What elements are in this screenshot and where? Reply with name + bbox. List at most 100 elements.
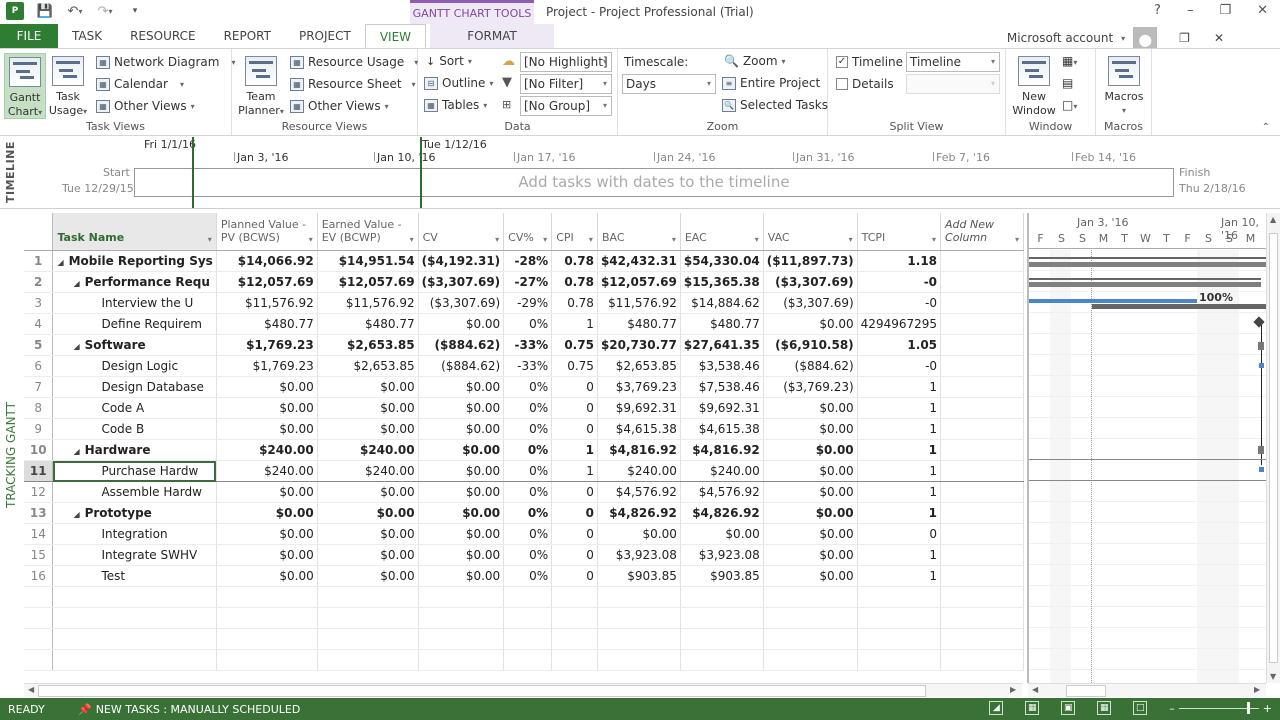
cell-cvp[interactable]: 0% [503,460,553,482]
group-dropdown[interactable]: [No Group] ▾ [520,96,612,116]
gantt-chart-button[interactable]: Gantt Chart▾ [4,53,46,119]
row-number[interactable]: 16 [24,565,54,587]
cell-cvp[interactable]: 0% [503,565,553,587]
cell-cvp[interactable]: -28% [503,250,553,272]
empty-cell[interactable] [551,586,598,608]
empty-cell[interactable] [763,607,858,629]
cell-vac[interactable]: $0.00 [763,523,858,545]
timeline-pane[interactable]: TIMELINE Fri 1/1/16 Tue 1/12/16 Jan 3, '… [0,137,1280,209]
cell-cvp[interactable]: -33% [503,355,553,377]
cell-tcpi[interactable]: 1 [857,439,942,461]
tables-button[interactable]: ▦ Tables ▾ [424,98,487,112]
cell-tcpi[interactable]: -0 [857,271,942,293]
cell-eac[interactable]: $903.85 [680,565,764,587]
scroll-right-icon[interactable]: ▶ [1010,685,1016,694]
cell-cpi[interactable]: 0 [551,565,598,587]
filter-dropdown-icon[interactable]: ▾ [849,233,853,246]
empty-cell[interactable] [597,586,681,608]
cell-bac[interactable]: $42,432.31 [597,250,681,272]
cell-add-new-column[interactable] [940,544,1024,566]
cell-task-name[interactable]: Code B [52,418,217,440]
cell-add-new-column[interactable] [940,460,1024,482]
hide-window-icon[interactable]: ▤ [1062,76,1073,90]
cell-ev[interactable]: $240.00 [317,439,419,461]
cell-bac[interactable]: $480.77 [597,313,681,335]
cell-pv[interactable]: $0.00 [216,502,318,524]
column-header-add-new-column[interactable]: Add New Column ▾ [940,213,1024,251]
cell-bac[interactable]: $4,615.38 [597,418,681,440]
table-row[interactable]: 13 ◢ Prototype $0.00 $0.00 $0.00 0% 0 $4,826.92 $… [24,502,1024,524]
cell-add-new-column[interactable] [940,523,1024,545]
empty-cell[interactable] [216,607,318,629]
cell-task-name[interactable]: Assemble Hardw [52,481,217,503]
column-header-task-name[interactable]: Task Name ▾ [52,213,217,251]
row-number[interactable]: 1 [24,250,54,272]
cell-tcpi[interactable]: 1 [857,481,942,503]
empty-cell[interactable] [317,586,419,608]
empty-cell[interactable] [680,607,764,629]
zoom-button[interactable]: 🔍 Zoom ▾ [724,54,786,68]
row-number[interactable]: 3 [24,292,54,314]
zoom-slider-knob[interactable] [1246,701,1250,714]
cell-cpi[interactable]: 1 [551,313,598,335]
cell-tcpi[interactable]: 1.05 [857,334,942,356]
cell-cpi[interactable]: 0 [551,544,598,566]
cell-eac[interactable]: $0.00 [680,523,764,545]
empty-cell[interactable] [680,649,764,671]
cell-cvp[interactable]: -33% [503,334,553,356]
filter-dropdown-icon[interactable]: ▾ [543,233,547,246]
table-row[interactable]: 16 Test $0.00 $0.00 $0.00 0% 0 $903.85 $903.85 $0… [24,565,1024,587]
cell-cvp[interactable]: -29% [503,292,553,314]
gantt-milestone[interactable] [1253,316,1265,328]
cell-add-new-column[interactable] [940,250,1024,272]
empty-cell[interactable] [680,628,764,650]
arrange-all-icon[interactable]: ▦▾ [1062,54,1077,68]
filter-dropdown-icon[interactable]: ▾ [309,233,313,246]
row-number[interactable]: 11 [24,460,54,482]
tab-file[interactable]: FILE [0,24,58,48]
empty-cell[interactable] [503,649,553,671]
cell-cv[interactable]: $0.00 [418,418,505,440]
filter-dropdown-icon[interactable]: ▾ [208,233,212,246]
resource-usage-button[interactable]: ▦ Resource Usage ▾ [290,55,418,69]
scroll-down-icon[interactable]: ▼ [1270,672,1276,681]
empty-cell[interactable] [317,607,419,629]
collapse-triangle-icon[interactable]: ◢ [73,279,79,288]
gantt-chart-pane[interactable]: Jan 3, '16 Jan 10, '16 FSSMTWTFSSM 100% [1027,213,1266,683]
gantt-progress-label[interactable]: 100% [1199,291,1233,304]
cell-tcpi[interactable]: 1 [857,460,942,482]
cell-eac[interactable]: $240.00 [680,460,764,482]
empty-cell[interactable] [52,649,217,671]
cell-eac[interactable]: $3,923.08 [680,544,764,566]
cell-add-new-column[interactable] [940,313,1024,335]
undo-icon[interactable]: ↶ ▾ [66,2,84,20]
gantt-view-icon[interactable]: ◢ [989,701,1004,715]
cell-cpi[interactable]: 0.75 [551,355,598,377]
empty-cell[interactable] [940,628,1024,650]
new-window-button[interactable]: New Window [1012,53,1056,119]
cell-cv[interactable]: $0.00 [418,460,505,482]
empty-cell[interactable] [24,649,54,671]
account-area[interactable]: Microsoft account ▾ ● ❐ ✕ [1007,27,1224,49]
cell-ev[interactable]: $0.00 [317,544,419,566]
zoom-slider[interactable]: – + [1169,701,1272,715]
empty-cell[interactable] [24,607,54,629]
gantt-horizontal-scrollbar[interactable]: ◀ ▶ [1028,683,1266,697]
cell-cpi[interactable]: 0 [551,481,598,503]
empty-cell[interactable] [418,628,505,650]
empty-cell[interactable] [24,628,54,650]
avatar[interactable]: ● [1133,27,1158,49]
scroll-left-icon[interactable]: ◀ [1032,685,1038,694]
cell-tcpi[interactable]: 1 [857,565,942,587]
details-checkbox[interactable]: Details [836,77,894,91]
cell-task-name[interactable]: Interview the U [52,292,217,314]
cell-vac[interactable]: $0.00 [763,544,858,566]
table-row[interactable]: 11 Purchase Hardw $240.00 $240.00 $0.00 0% 1 $2… [24,460,1024,482]
empty-cell[interactable] [680,586,764,608]
cell-eac[interactable]: $4,615.38 [680,418,764,440]
gantt-summary-marker[interactable] [1258,446,1264,454]
cell-bac[interactable]: $12,057.69 [597,271,681,293]
cell-task-name[interactable]: Integrate SWHV [52,544,217,566]
gantt-nonworking-shade[interactable] [1218,250,1239,683]
empty-cell[interactable] [763,649,858,671]
